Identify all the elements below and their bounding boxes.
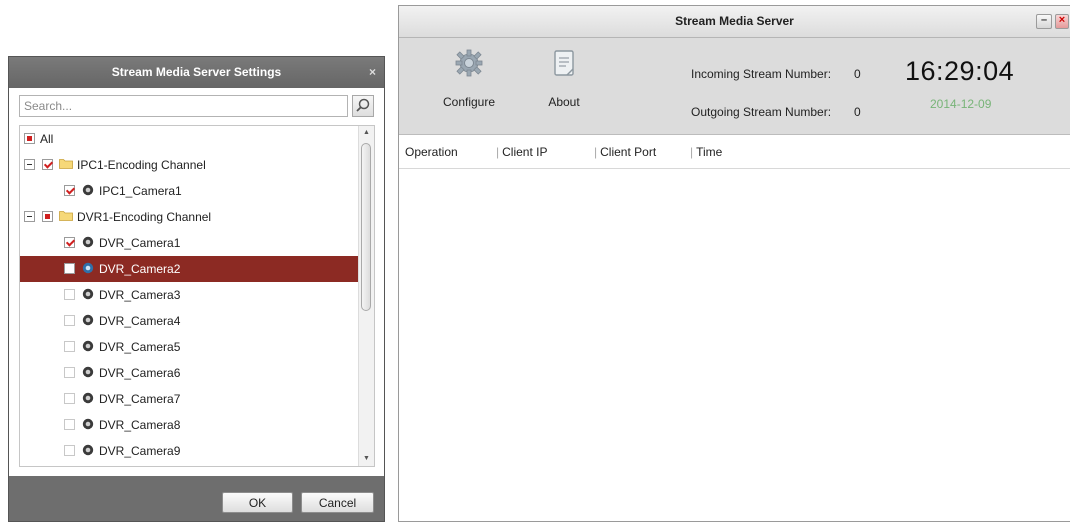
camera-icon (82, 314, 94, 326)
checkbox-group[interactable] (42, 159, 53, 170)
dialog-body: All IPC1-Encoding Channel IPC1_Camera1 (9, 88, 384, 476)
camera-icon (82, 392, 94, 404)
column-client-port-label: Client Port (600, 145, 657, 159)
cancel-button[interactable]: Cancel (301, 492, 374, 513)
checkbox-camera[interactable] (64, 289, 75, 300)
tree-group-label: DVR1-Encoding Channel (77, 210, 212, 224)
checkbox-camera[interactable] (64, 237, 75, 248)
tree-item-camera[interactable]: DVR_Camera7 (20, 386, 359, 412)
column-header-client-port[interactable]: | Client Port (594, 145, 656, 159)
camera-icon (82, 236, 94, 248)
tree-item-label: DVR_Camera5 (99, 340, 181, 354)
column-time-label: Time (696, 145, 723, 159)
settings-dialog: Stream Media Server Settings × All (8, 56, 385, 522)
tree-item-label: DVR_Camera7 (99, 392, 181, 406)
checkbox-camera[interactable] (64, 263, 75, 274)
window-titlebar: Stream Media Server – × (399, 6, 1070, 38)
tree-item-all[interactable]: All (20, 126, 359, 152)
stream-media-server-window: Stream Media Server – × Configure About … (398, 5, 1070, 522)
collapse-icon[interactable] (24, 211, 35, 222)
tree-group-ipc1[interactable]: IPC1-Encoding Channel (20, 152, 359, 178)
camera-icon (82, 418, 94, 430)
stream-table-header: Operation | Client IP | Client Port | Time (399, 135, 1070, 169)
tree-item-camera[interactable]: DVR_Camera5 (20, 334, 359, 360)
minimize-button[interactable]: – (1036, 14, 1052, 29)
window-title: Stream Media Server (675, 14, 794, 28)
close-button[interactable]: × (1055, 14, 1069, 29)
tree-group-dvr1[interactable]: DVR1-Encoding Channel (20, 204, 359, 230)
tree-item-camera[interactable]: DVR_Camera8 (20, 412, 359, 438)
checkbox-camera[interactable] (64, 445, 75, 456)
dialog-close-icon[interactable]: × (369, 57, 376, 88)
search-row (19, 95, 374, 117)
tree-item-label: DVR_Camera1 (99, 236, 181, 250)
checkbox-camera[interactable] (64, 341, 75, 352)
outgoing-stream-label: Outgoing Stream Number: (691, 105, 832, 119)
tree-item-label: DVR_Camera8 (99, 418, 181, 432)
tree-scrollbar[interactable]: ▲ ▼ (358, 126, 374, 466)
gear-icon (455, 49, 483, 77)
column-header-operation[interactable]: Operation (405, 145, 458, 159)
about-button[interactable]: About (539, 48, 589, 109)
configure-button[interactable]: Configure (439, 48, 499, 109)
collapse-icon[interactable] (24, 159, 35, 170)
camera-icon (82, 288, 94, 300)
camera-icon (82, 366, 94, 378)
tree-item-camera[interactable]: DVR_Camera4 (20, 308, 359, 334)
checkbox-camera[interactable] (64, 393, 75, 404)
scroll-thumb[interactable] (361, 143, 371, 311)
ok-button[interactable]: OK (222, 492, 293, 513)
document-icon (554, 50, 574, 76)
magnifier-icon (356, 98, 370, 112)
column-header-time[interactable]: | Time (690, 145, 722, 159)
scroll-up-icon[interactable]: ▲ (359, 126, 374, 140)
incoming-stream-value: 0 (854, 67, 861, 81)
tree-item-label: All (40, 132, 54, 146)
stream-table-body (399, 169, 1070, 519)
toolbar: Configure About Incoming Stream Number: … (399, 38, 1070, 135)
dialog-title: Stream Media Server Settings (111, 65, 282, 79)
tree-item-camera[interactable]: DVR_Camera1 (20, 230, 359, 256)
tree-item-camera[interactable]: DVR_Camera6 (20, 360, 359, 386)
dialog-titlebar: Stream Media Server Settings × (9, 57, 384, 88)
outgoing-stream-value: 0 (854, 105, 861, 119)
camera-icon (82, 262, 94, 274)
clock-time: 16:29:04 (905, 56, 1015, 86)
column-header-client-ip[interactable]: | Client IP (496, 145, 547, 159)
tree-item-camera[interactable]: DVR_Camera3 (20, 282, 359, 308)
checkbox-group[interactable] (42, 211, 53, 222)
channel-tree: All IPC1-Encoding Channel IPC1_Camera1 D… (19, 125, 375, 467)
camera-icon (82, 184, 94, 196)
tree-item-label: DVR_Camera2 (99, 262, 181, 276)
checkbox-camera[interactable] (64, 419, 75, 430)
column-client-ip-label: Client IP (502, 145, 548, 159)
camera-icon (82, 340, 94, 352)
configure-label: Configure (442, 95, 496, 109)
tree-item-label: DVR_Camera6 (99, 366, 181, 380)
scroll-down-icon[interactable]: ▼ (359, 452, 374, 466)
checkbox-camera[interactable] (64, 367, 75, 378)
tree-item-camera-selected[interactable]: DVR_Camera2 (20, 256, 359, 282)
tree-group-label: IPC1-Encoding Channel (77, 158, 206, 172)
folder-icon (59, 211, 73, 221)
checkbox-all[interactable] (24, 133, 35, 144)
camera-icon (82, 444, 94, 456)
clock-date: 2014-12-09 (930, 97, 992, 111)
tree-item-camera[interactable]: IPC1_Camera1 (20, 178, 359, 204)
incoming-stream-label: Incoming Stream Number: (691, 67, 832, 81)
tree-item-camera[interactable]: DVR_Camera9 (20, 438, 359, 464)
column-operation-label: Operation (405, 145, 458, 159)
search-input[interactable] (19, 95, 348, 117)
tree-item-label: DVR_Camera9 (99, 444, 181, 458)
checkbox-camera[interactable] (64, 185, 75, 196)
tree-item-label: DVR_Camera4 (99, 314, 181, 328)
checkbox-camera[interactable] (64, 315, 75, 326)
tree-item-label: DVR_Camera3 (99, 288, 181, 302)
about-label: About (548, 95, 580, 109)
search-button[interactable] (352, 95, 374, 117)
tree-item-label: IPC1_Camera1 (99, 184, 182, 198)
folder-icon (59, 159, 73, 169)
dialog-footer: OK Cancel (9, 476, 384, 521)
